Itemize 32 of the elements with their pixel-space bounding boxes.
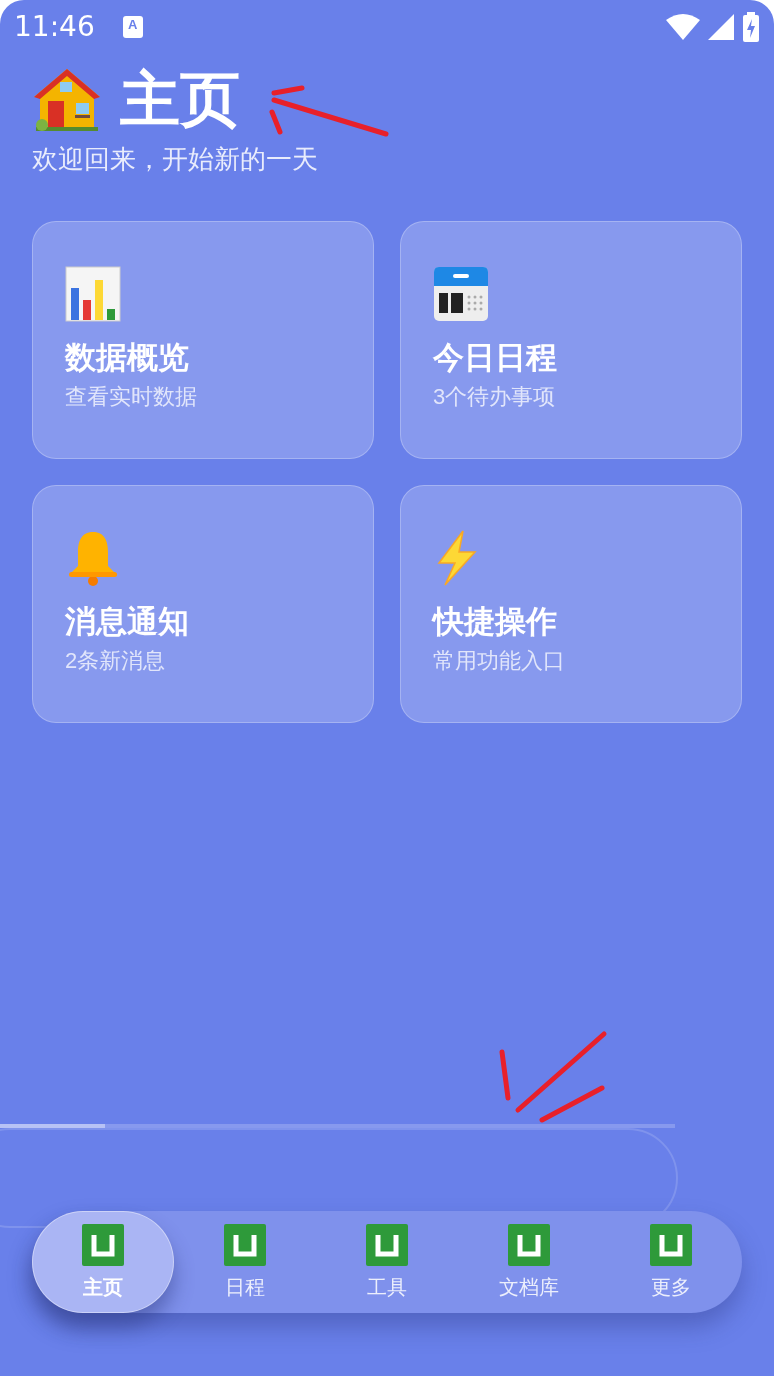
- page-title: 主页: [120, 65, 240, 135]
- nav-tab[interactable]: 更多: [600, 1211, 742, 1313]
- nav-tab[interactable]: 日程: [174, 1211, 316, 1313]
- card-title: 今日日程: [433, 339, 558, 377]
- tab-icon: [366, 1224, 408, 1266]
- nav-tab[interactable]: 工具: [316, 1211, 458, 1313]
- card-subtitle: 常用功能入口: [433, 647, 566, 675]
- feature-card[interactable]: 消息通知 2条新消息: [32, 485, 374, 723]
- house-icon: [32, 67, 102, 133]
- card-subtitle: 查看实时数据: [65, 383, 198, 411]
- feature-card[interactable]: 快捷操作 常用功能入口: [400, 485, 742, 723]
- calendar-icon: [433, 266, 489, 322]
- card-title: 数据概览: [65, 339, 190, 377]
- status-time: 11:46: [14, 9, 95, 45]
- signal-icon: [708, 14, 734, 40]
- nav-tab[interactable]: 文档库: [458, 1211, 600, 1313]
- tab-icon: [650, 1224, 692, 1266]
- nav-tab[interactable]: 主页: [32, 1211, 174, 1313]
- notification-icon: A: [122, 16, 143, 38]
- welcome-text: 欢迎回来，开始新的一天: [32, 143, 319, 176]
- card-subtitle: 2条新消息: [65, 647, 167, 675]
- feature-card[interactable]: 数据概览 查看实时数据: [32, 221, 374, 459]
- tab-icon: [508, 1224, 550, 1266]
- battery-icon: [742, 12, 760, 42]
- card-title: 消息通知: [65, 603, 190, 641]
- card-title: 快捷操作: [433, 603, 558, 641]
- tab-icon: [224, 1224, 266, 1266]
- card-subtitle: 3个待办事项: [433, 383, 557, 411]
- bar-chart-icon: [65, 266, 121, 322]
- tab-icon: [82, 1224, 124, 1266]
- feature-card[interactable]: 今日日程 3个待办事项: [400, 221, 742, 459]
- wifi-icon: [666, 14, 700, 40]
